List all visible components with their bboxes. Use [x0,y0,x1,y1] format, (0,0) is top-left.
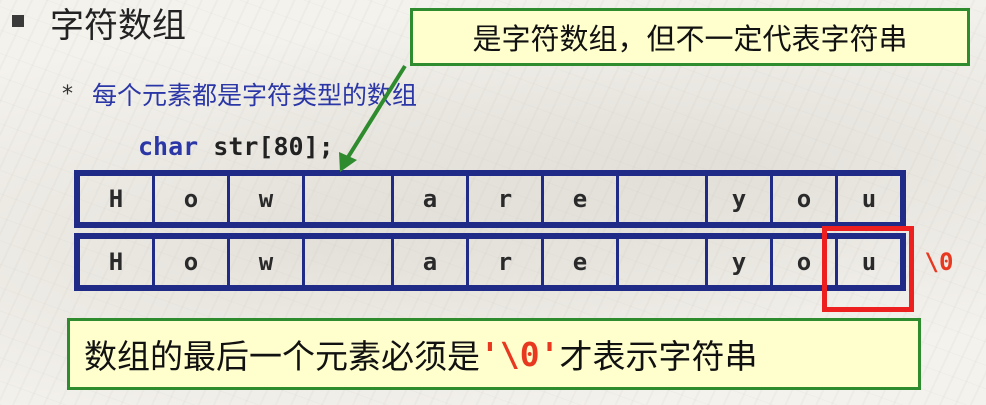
pointer-arrow [339,64,407,172]
pointer-arrow-line [343,64,407,164]
